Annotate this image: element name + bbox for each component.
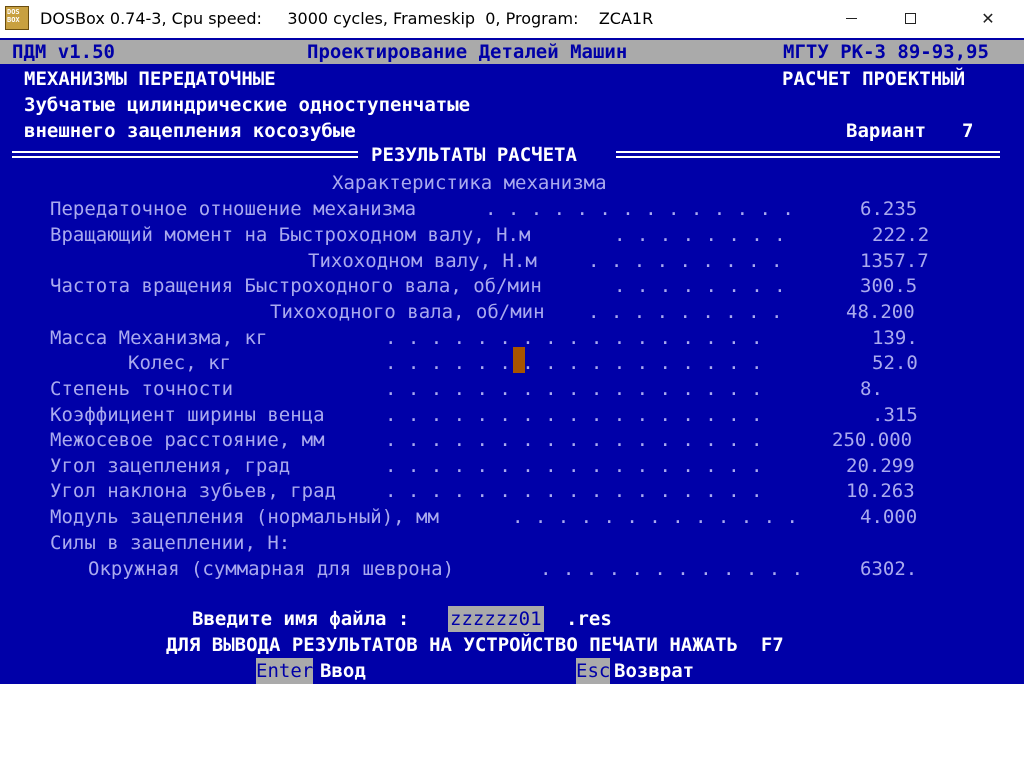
row-value: 4.000 <box>860 506 918 528</box>
row-value: 52.0 <box>872 352 918 374</box>
row-label: Частота вращения Быстроходного вала, об/… <box>50 275 542 297</box>
row-label: Вращающий момент на Быстроходном валу, Н… <box>50 224 531 246</box>
row-label: Степень точности <box>50 378 234 400</box>
row-label: Угол зацепления, град <box>50 455 291 477</box>
row-label: Масса Механизма, кг <box>50 327 268 349</box>
dos-screen[interactable]: ПДМ v1.50 Проектирование Деталей Машин М… <box>0 38 1024 684</box>
row-value: 20.299 <box>846 455 915 477</box>
dosbox-app-icon[interactable]: DOS BOX <box>5 6 29 30</box>
row-value: 10.263 <box>846 480 915 502</box>
filename-input[interactable]: zzzzzz01 <box>448 606 544 632</box>
row-dots: . . . . . . . . . . . . <box>540 558 804 580</box>
row-label: Тихоходном валу, Н.м <box>308 250 537 272</box>
row-label: Коэффициент ширины венца <box>50 404 325 426</box>
row-label: Колес, кг <box>128 352 231 374</box>
filename-prompt-label: Введите имя файла : <box>192 608 410 630</box>
section-separator-right <box>616 151 1000 153</box>
section-separator-left-2 <box>12 156 358 158</box>
esc-key[interactable]: Esc <box>576 658 611 684</box>
row-label: Межосевое расстояние, мм <box>50 429 325 451</box>
calculation-mode: РАСЧЕТ ПРОЕКТНЫЙ <box>782 68 966 90</box>
close-button[interactable]: ✕ <box>965 0 1011 37</box>
row-label: Угол наклона зубьев, град <box>50 480 336 502</box>
maximize-button[interactable] <box>887 0 933 37</box>
row-label: Тихоходного вала, об/мин <box>270 301 545 323</box>
enter-key[interactable]: Enter <box>256 658 314 684</box>
enter-label: Ввод <box>320 660 366 682</box>
row-value: 6.235 <box>860 198 918 220</box>
row-dots: . . . . . . . . . . . . . <box>512 506 798 528</box>
mechanism-description-line2: внешнего зацепления косозубые <box>24 120 356 142</box>
variant-label: Вариант <box>846 120 927 142</box>
row-dots: . . . . . . . . . . . . . . . . . <box>385 480 763 502</box>
row-label: Окружная (суммарная для шеврона) <box>88 558 455 580</box>
row-value: 6302. <box>860 558 918 580</box>
row-dots: . . . . . . . . . . . . . . . . . <box>385 455 763 477</box>
row-value: 300.5 <box>860 275 918 297</box>
filename-extension: .res <box>566 608 612 630</box>
row-value: 8. <box>860 378 883 400</box>
row-dots: . . . . . . . . . <box>588 250 783 272</box>
row-value: 139. <box>872 327 918 349</box>
row-dots: . . . . . . . . . . . . . . . . . <box>385 429 763 451</box>
row-value: 48.200 <box>846 301 915 323</box>
row-label: Силы в зацеплении, Н: <box>50 532 291 554</box>
window-client-blank-area <box>0 684 1024 767</box>
section-separator-left <box>12 151 358 153</box>
row-value: 250.000 <box>832 429 913 451</box>
row-dots: . . . . . . . . . . . . . . . . . <box>385 378 763 400</box>
row-dots: . . . . . . . . <box>614 224 786 246</box>
variant-value: 7 <box>962 120 974 142</box>
section-title: РЕЗУЛЬТАТЫ РАСЧЕТА <box>371 144 577 166</box>
mechanism-description-line1: Зубчатые цилиндрические одноступенчатые <box>24 94 471 116</box>
program-header-bar: ПДМ v1.50 Проектирование Деталей Машин М… <box>0 40 1024 64</box>
row-dots: . . . . . . . . . . . . . . . . . <box>385 404 763 426</box>
mechanism-category: МЕХАНИЗМЫ ПЕРЕДАТОЧНЫЕ <box>24 68 276 90</box>
dosbox-icon-text: DOS BOX <box>7 8 20 24</box>
row-dots: . . . . . . . . . . . . . . <box>485 198 794 220</box>
row-dots: . . . . . . . . . <box>588 301 783 323</box>
row-value: 222.2 <box>872 224 930 246</box>
row-dots: . . . . . . . . . . . . . . . . . <box>385 327 763 349</box>
window-titlebar: DOS BOX DOSBox 0.74-3, Cpu speed: 3000 c… <box>0 0 1024 37</box>
row-value: 1357.7 <box>860 250 929 272</box>
row-dots: . . . . . . . . <box>614 275 786 297</box>
close-icon: ✕ <box>981 9 995 28</box>
program-name: Проектирование Деталей Машин <box>307 41 628 63</box>
minimize-button[interactable] <box>828 0 874 37</box>
row-label: Передаточное отношение механизма <box>50 198 417 220</box>
results-subtitle: Характеристика механизма <box>332 172 607 194</box>
window-title: DOSBox 0.74-3, Cpu speed: 3000 cycles, F… <box>40 9 654 28</box>
esc-label: Возврат <box>614 660 695 682</box>
row-value: .315 <box>872 404 918 426</box>
program-version: ПДМ v1.50 <box>12 41 115 63</box>
section-separator-right-2 <box>616 156 1000 158</box>
row-dots: . . . . . . . . . . . . . . . . . <box>385 352 763 374</box>
maximize-icon <box>904 13 916 24</box>
row-label: Модуль зацепления (нормальный), мм <box>50 506 439 528</box>
program-credits: МГТУ РК-3 89-93,95 <box>783 41 989 63</box>
print-hint: ДЛЯ ВЫВОДА РЕЗУЛЬТАТОВ НА УСТРОЙСТВО ПЕЧ… <box>166 634 784 656</box>
minimize-icon <box>845 18 857 19</box>
